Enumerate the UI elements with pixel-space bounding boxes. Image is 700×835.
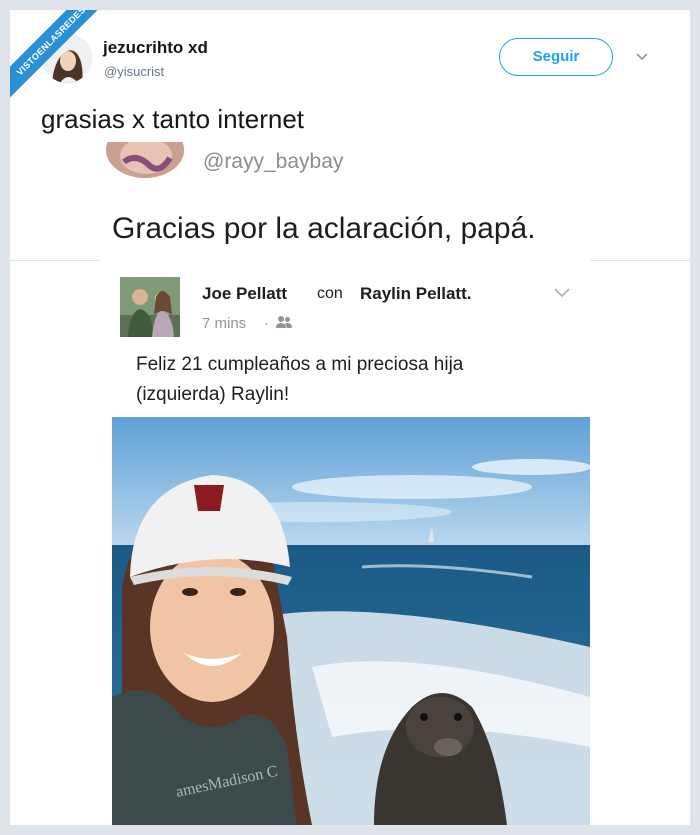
fb-profile-thumbnail xyxy=(120,277,180,337)
fb-tagged-name[interactable]: Raylin Pellatt. xyxy=(360,284,471,304)
fb-timestamp[interactable]: 7 mins xyxy=(202,315,246,332)
fb-separator: · xyxy=(264,315,269,332)
fb-post-text-line: (izquierda) Raylin! xyxy=(136,384,290,405)
tweet-card: VISTOENLASREDES jezucrihto xd @yisucrist… xyxy=(10,10,690,825)
quoted-handle: @rayy_baybay xyxy=(203,150,344,173)
user-name[interactable]: jezucrihto xd xyxy=(103,38,208,58)
facebook-post: Joe Pellatt con Raylin Pellatt. 7 mins ·… xyxy=(100,260,592,825)
friends-icon xyxy=(275,315,293,329)
chevron-down-icon[interactable] xyxy=(552,286,572,300)
quoted-screenshot: @rayy_baybay Gracias por la aclaración, … xyxy=(60,142,640,258)
quoted-avatar xyxy=(106,142,184,178)
fb-author-name[interactable]: Joe Pellatt xyxy=(202,284,287,304)
user-handle[interactable]: @yisucrist xyxy=(104,64,164,79)
tweet-text: grasias x tanto internet xyxy=(41,104,305,134)
fb-post-text: Feliz 21 cumpleaños a mi preciosa hija (… xyxy=(136,350,576,410)
follow-button[interactable]: Seguir xyxy=(499,38,613,76)
quoted-text: Gracias por la aclaración, papá. xyxy=(112,212,536,245)
chevron-down-icon[interactable] xyxy=(632,46,652,66)
fb-photo[interactable]: amesMadison C xyxy=(112,417,592,825)
fb-with-label: con xyxy=(317,285,343,302)
fb-post-text-line: Feliz 21 cumpleaños a mi preciosa hija xyxy=(136,354,464,375)
